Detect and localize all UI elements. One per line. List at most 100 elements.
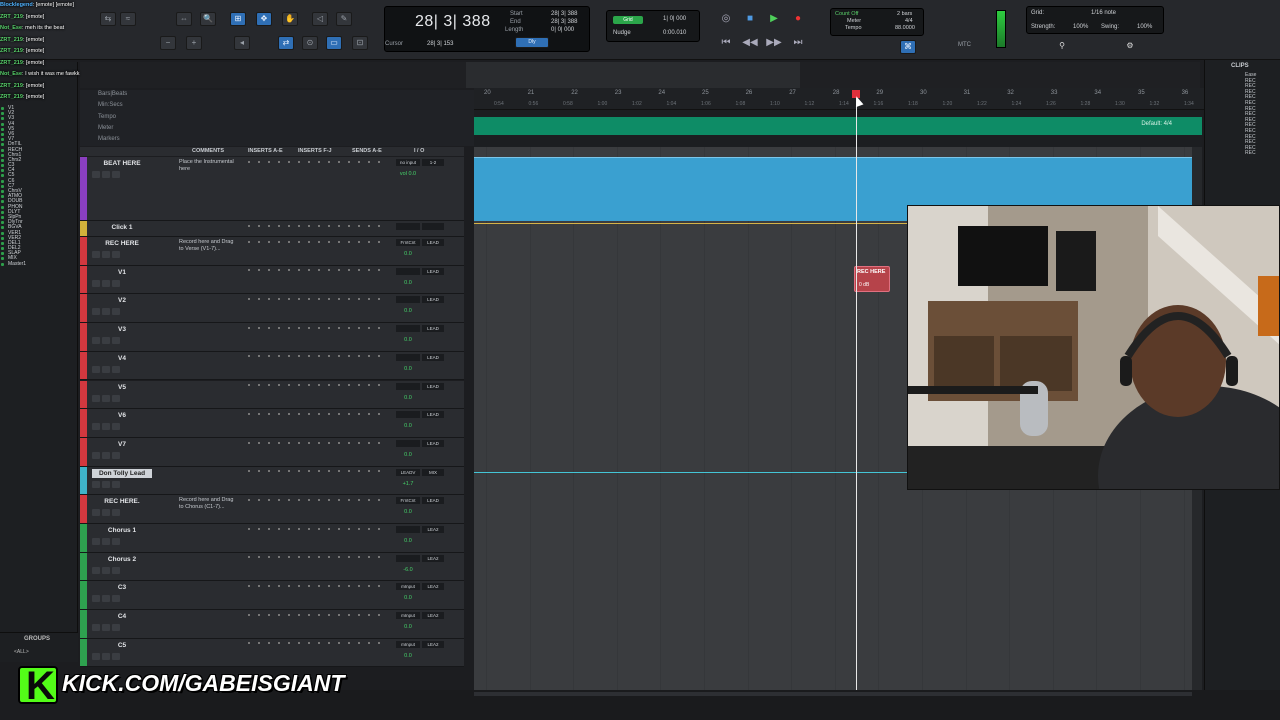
insert-slot[interactable] (328, 384, 330, 387)
insert-slot[interactable] (328, 441, 330, 444)
track-controls[interactable] (92, 509, 158, 517)
track-row[interactable]: V2 LEAD 0.0 (80, 294, 464, 324)
insert-slot[interactable] (368, 613, 370, 616)
insert-slot[interactable] (338, 441, 340, 444)
ruler-markers[interactable]: Markers (98, 136, 120, 142)
insert-slot[interactable] (248, 298, 250, 301)
insert-slot[interactable] (268, 160, 270, 163)
insert-slot[interactable] (318, 412, 320, 415)
main-counter[interactable]: 28| 3| 388 Start End Length 28| 3| 388 2… (384, 6, 590, 52)
track-controls[interactable] (92, 423, 158, 431)
insert-slot[interactable] (288, 613, 290, 616)
meter-value[interactable]: 4/4 (905, 18, 913, 24)
insert-slot[interactable] (378, 355, 380, 358)
record-button[interactable]: ● (790, 12, 806, 26)
insert-slot[interactable] (298, 556, 300, 559)
insert-slot[interactable] (298, 240, 300, 243)
mute-button[interactable] (112, 509, 120, 517)
track-row[interactable]: Don Tolly Lead LEADV MIX +1.7 (80, 466, 464, 496)
pencil-tool-button[interactable]: ✎ (336, 12, 352, 26)
solo-button[interactable] (102, 595, 110, 603)
insert-slot[interactable] (248, 556, 250, 559)
insert-slot[interactable] (258, 326, 260, 329)
input-selector[interactable] (396, 554, 420, 562)
stop-button[interactable]: ■ (742, 12, 758, 26)
ruler-meter[interactable]: Meter (98, 125, 113, 131)
solo-button[interactable] (102, 308, 110, 316)
insert-slot[interactable] (378, 527, 380, 530)
track-name[interactable]: Chorus 1 (92, 526, 152, 535)
track-visible-icon[interactable] (1, 241, 4, 245)
grid-note-value[interactable]: 1/16 note (1091, 10, 1116, 16)
insert-slot[interactable] (358, 556, 360, 559)
mute-button[interactable] (112, 595, 120, 603)
insert-slots[interactable] (248, 383, 388, 391)
insert-slot[interactable] (318, 224, 320, 227)
insert-slot[interactable] (358, 326, 360, 329)
track-visible-icon[interactable] (1, 195, 4, 199)
insert-slot[interactable] (328, 355, 330, 358)
insert-slot[interactable] (348, 160, 350, 163)
insert-slot[interactable] (368, 498, 370, 501)
insert-slot[interactable] (328, 224, 330, 227)
insert-slot[interactable] (378, 384, 380, 387)
track-visible-icon[interactable] (1, 179, 4, 183)
track-controls[interactable] (92, 171, 158, 179)
insert-slot[interactable] (368, 298, 370, 301)
start-value[interactable]: 28| 3| 388 (551, 11, 577, 17)
insert-slot[interactable] (348, 224, 350, 227)
insert-slot[interactable] (338, 470, 340, 473)
insert-slot[interactable] (258, 498, 260, 501)
insert-slot[interactable] (258, 412, 260, 415)
output-selector[interactable]: LEAD (422, 325, 444, 333)
track-visible-icon[interactable] (1, 236, 4, 240)
insert-slot[interactable] (368, 269, 370, 272)
insert-slot[interactable] (328, 642, 330, 645)
track-list-item[interactable]: Master1 (0, 261, 77, 267)
track-visible-icon[interactable] (1, 221, 4, 225)
solo-button[interactable] (102, 251, 110, 258)
insert-slot[interactable] (338, 224, 340, 227)
insert-slot[interactable] (378, 240, 380, 243)
insert-slot[interactable] (338, 642, 340, 645)
insert-slot[interactable] (368, 556, 370, 559)
insert-slot[interactable] (358, 224, 360, 227)
insert-slot[interactable] (338, 556, 340, 559)
insert-slot[interactable] (348, 240, 350, 243)
rec-enable-button[interactable] (92, 566, 100, 574)
insert-slot[interactable] (378, 585, 380, 588)
track-row[interactable]: Click 1 (80, 221, 464, 237)
output-selector[interactable]: LEAD (422, 239, 444, 246)
insert-slot[interactable] (358, 613, 360, 616)
insert-slot[interactable] (318, 556, 320, 559)
track-name[interactable]: Click 1 (92, 223, 152, 232)
solo-button[interactable] (102, 652, 110, 660)
insert-slot[interactable] (358, 441, 360, 444)
track-visible-icon[interactable] (1, 190, 4, 193)
track-controls[interactable] (92, 365, 158, 374)
insert-slot[interactable] (318, 498, 320, 501)
grabber-tool-button[interactable]: ✋ (282, 12, 298, 26)
insert-slot[interactable] (248, 470, 250, 473)
solo-button[interactable] (102, 171, 110, 178)
insert-slot[interactable] (368, 326, 370, 329)
input-selector[interactable]: no input (396, 159, 420, 166)
insert-slots[interactable] (248, 296, 388, 304)
insert-slot[interactable] (258, 585, 260, 588)
insert-slot[interactable] (358, 384, 360, 387)
insert-slot[interactable] (368, 384, 370, 387)
insert-slot[interactable] (378, 160, 380, 163)
insert-slot[interactable] (338, 498, 340, 501)
insert-slot[interactable] (318, 527, 320, 530)
insert-slot[interactable] (288, 384, 290, 387)
rec-enable-button[interactable] (92, 423, 100, 431)
zoom-button[interactable]: ⇔ (176, 12, 192, 26)
insert-slots[interactable] (248, 555, 388, 563)
volume-value[interactable]: 0.0 (396, 366, 420, 372)
insert-slot[interactable] (348, 470, 350, 473)
track-controls[interactable] (92, 337, 158, 345)
back-button[interactable]: ◀◀ (742, 36, 758, 50)
output-selector[interactable]: LEA2 (422, 554, 444, 562)
insert-slot[interactable] (328, 556, 330, 559)
track-visible-icon[interactable] (1, 247, 4, 251)
